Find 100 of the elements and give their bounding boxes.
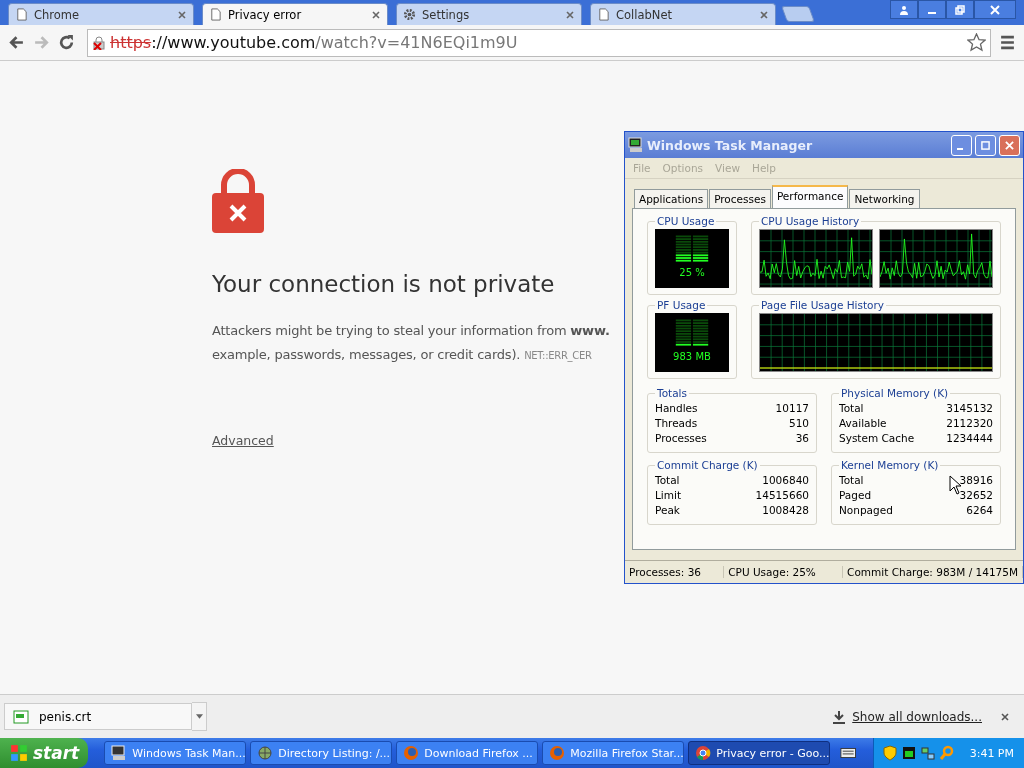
keyboard-icon[interactable] xyxy=(840,746,857,760)
maximize-button[interactable] xyxy=(975,134,996,156)
stat-label: Limit xyxy=(655,488,682,503)
menu-icon[interactable] xyxy=(999,34,1016,51)
stat-label: Total xyxy=(839,473,864,488)
browser-tab[interactable]: Chrome xyxy=(8,3,194,25)
certificate-icon xyxy=(13,709,29,724)
stat-value: 36 xyxy=(795,431,809,446)
taskbar-button[interactable]: Directory Listing: /... xyxy=(250,741,393,765)
stat-value: 38916 xyxy=(959,473,993,488)
gear-icon xyxy=(403,8,416,21)
meter-reading: 25 % xyxy=(679,267,705,278)
close-icon xyxy=(1005,140,1014,150)
stat-value: 14515660 xyxy=(755,488,809,503)
back-icon[interactable] xyxy=(8,34,25,51)
browser-tab[interactable]: CollabNet xyxy=(590,3,776,25)
close-icon[interactable] xyxy=(177,9,187,20)
caret-icon[interactable] xyxy=(192,702,207,731)
stat-label: System Cache xyxy=(839,431,915,446)
firefox-icon xyxy=(403,745,420,761)
stat-value: 6264 xyxy=(966,503,993,518)
mouse-pointer-icon xyxy=(949,475,961,495)
address-field[interactable]: https://www.youtube.com/watch?v=41N6EQi1m9U xyxy=(87,28,991,57)
stat-value: 1008428 xyxy=(762,503,809,518)
stat-label: Peak xyxy=(655,503,680,518)
error-code: NET::ERR_CER xyxy=(524,350,592,361)
stat-value: 32652 xyxy=(959,488,993,503)
close-icon[interactable] xyxy=(1000,711,1010,722)
group-title: Page File Usage History xyxy=(760,299,886,311)
stat-label: Nonpaged xyxy=(839,503,893,518)
chrome-icon xyxy=(695,745,712,761)
taskbar-button[interactable]: Windows Task Man... xyxy=(104,741,247,765)
group-title: Commit Charge (K) xyxy=(656,459,759,471)
download-icon xyxy=(832,709,847,724)
taskbar-button[interactable]: Mozilla Firefox Star... xyxy=(542,741,685,765)
user-icon[interactable] xyxy=(890,0,918,19)
error-message: example, passwords, messages, or credit cards). xyxy=(212,347,521,362)
maximize-icon xyxy=(981,140,990,150)
stat-value: 1006840 xyxy=(762,473,809,488)
meter-reading: 983 MB xyxy=(673,351,711,362)
download-item[interactable]: penis.crt xyxy=(4,703,192,730)
close-icon[interactable] xyxy=(759,9,769,20)
stat-label: Processes xyxy=(655,431,707,446)
status-text: CPU Usage: 25% xyxy=(724,566,844,578)
advanced-link[interactable]: Advanced xyxy=(212,433,274,448)
group-title: Physical Memory (K) xyxy=(840,387,950,399)
stat-label: Total xyxy=(655,473,680,488)
stat-label: Total xyxy=(839,401,864,416)
taskbar-button[interactable]: Privacy error - Goo... xyxy=(688,741,831,765)
close-icon[interactable] xyxy=(565,9,575,20)
computer-icon xyxy=(628,137,644,153)
tab[interactable]: Networking xyxy=(849,189,920,208)
stat-value: 10117 xyxy=(775,401,809,416)
tab[interactable]: Applications xyxy=(634,189,709,208)
error-message: Attackers might be trying to steal your information from www. xyxy=(212,322,610,340)
network-icon[interactable] xyxy=(919,745,936,761)
group-title: PF Usage xyxy=(656,299,707,311)
group-title: Totals xyxy=(656,387,688,399)
close-icon[interactable] xyxy=(371,9,381,20)
page-icon xyxy=(209,8,222,21)
restore-icon[interactable] xyxy=(946,0,974,19)
monitor-icon[interactable] xyxy=(900,745,917,761)
status-text: Commit Charge: 983M / 14175M xyxy=(843,566,1023,578)
stat-label: Paged xyxy=(839,488,872,503)
firefox-icon xyxy=(549,745,566,761)
stat-label: Available xyxy=(839,416,887,431)
show-all-downloads-link[interactable]: Show all downloads... xyxy=(852,709,982,724)
window-title: Windows Task Manager xyxy=(647,137,814,153)
broken-lock-icon xyxy=(92,35,106,50)
page-icon xyxy=(15,8,28,21)
lock-error-icon xyxy=(212,169,264,233)
minimize-icon[interactable] xyxy=(918,0,946,19)
browser-tab[interactable]: Settings xyxy=(396,3,582,25)
stat-value: 3145132 xyxy=(946,401,993,416)
windows-logo-icon xyxy=(10,744,28,762)
group-title: CPU Usage History xyxy=(760,215,861,227)
taskbar-button[interactable]: Download Firefox ... xyxy=(396,741,539,765)
clock: 3:41 PM xyxy=(969,746,1014,760)
group-title: CPU Usage xyxy=(656,215,716,227)
stat-label: Threads xyxy=(655,416,698,431)
tab[interactable]: Processes xyxy=(709,189,771,208)
new-tab-button[interactable] xyxy=(781,6,815,22)
group-title: Kernel Memory (K) xyxy=(840,459,940,471)
browser-tab[interactable]: Privacy error xyxy=(202,3,388,25)
minimize-button[interactable] xyxy=(951,134,972,156)
star-icon[interactable] xyxy=(967,33,986,52)
page-icon xyxy=(597,8,610,21)
status-text: Processes: 36 xyxy=(625,566,725,578)
error-heading: Your connection is not private xyxy=(212,271,555,297)
minimize-icon xyxy=(957,148,963,150)
close-icon[interactable] xyxy=(974,0,1016,19)
stat-value: 2112320 xyxy=(946,416,993,431)
computer-icon xyxy=(111,745,128,761)
tab[interactable]: Performance xyxy=(771,185,849,208)
globe-icon xyxy=(257,745,274,761)
close-button[interactable] xyxy=(999,134,1020,156)
reload-icon[interactable] xyxy=(58,34,75,51)
stat-value: 510 xyxy=(788,416,809,431)
stat-value: 1234444 xyxy=(946,431,993,446)
stat-label: Handles xyxy=(655,401,698,416)
